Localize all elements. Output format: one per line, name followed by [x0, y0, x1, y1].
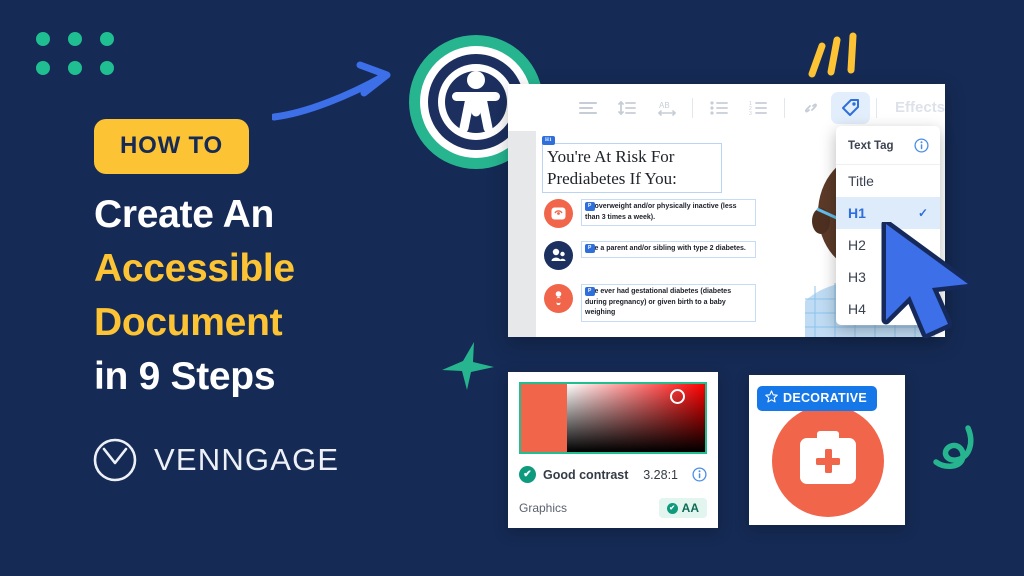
teal-star-icon — [440, 340, 496, 392]
effects-label[interactable]: Effects — [895, 99, 945, 116]
contrast-ratio-value: 3.28:1 — [643, 467, 678, 482]
how-to-badge: HOW TO — [94, 119, 250, 174]
text-align-icon[interactable] — [568, 92, 607, 124]
letter-spacing-icon[interactable]: AB — [647, 92, 686, 124]
curved-arrow-icon — [270, 55, 402, 125]
kit-body — [800, 431, 856, 484]
bullet-list-icon[interactable] — [699, 92, 738, 124]
contrast-category-label: Graphics — [519, 501, 568, 515]
plus-glyph — [816, 449, 840, 473]
tag-icon[interactable] — [830, 91, 871, 124]
document-item-2[interactable]: Pe a parent and/or sibling with type 2 d… — [544, 241, 756, 270]
title-line-3: Document — [94, 301, 283, 344]
decorative-badge[interactable]: DECORATIVE — [757, 386, 878, 411]
scale-icon — [544, 199, 573, 228]
page-title: Create An Accessible Document in 9 Steps — [94, 188, 295, 404]
document-item-1[interactable]: Poverweight and/or physically inactive (… — [544, 199, 756, 228]
info-icon[interactable] — [914, 138, 929, 153]
line-height-icon[interactable] — [607, 92, 646, 124]
contrast-status-row: ✔ Good contrast 3.28:1 — [519, 466, 707, 483]
item-3-body: e ever had gestational diabetes (diabete… — [585, 288, 732, 316]
document-title-text: You're At Risk For Prediabetes If You: — [547, 147, 677, 188]
document-item-3-text: Pe ever had gestational diabetes (diabet… — [581, 284, 756, 322]
info-icon[interactable] — [692, 467, 707, 482]
document-item-1-text: Poverweight and/or physically inactive (… — [581, 199, 756, 226]
title-tag-chip: H1 — [542, 136, 555, 145]
mouse-pointer-icon — [880, 219, 980, 340]
pregnancy-icon — [544, 284, 573, 313]
dropdown-header: Text Tag — [836, 126, 940, 165]
contrast-checker-card: ✔ Good contrast 3.28:1 Graphics ✔ AA — [508, 372, 718, 528]
dropdown-option-title[interactable]: Title — [836, 165, 940, 197]
document-item-2-text: Pe a parent and/or sibling with type 2 d… — [581, 241, 756, 258]
decorative-badge-label: DECORATIVE — [783, 391, 868, 405]
option-label: Title — [848, 173, 874, 189]
check-icon: ✓ — [917, 206, 928, 220]
logo-wordmark: VENNGAGE — [154, 442, 340, 477]
yellow-strokes-icon — [806, 30, 868, 78]
venn-circle-icon — [92, 437, 138, 483]
link-icon[interactable] — [791, 92, 830, 124]
saturation-value-area[interactable] — [567, 384, 705, 452]
svg-text:3: 3 — [749, 111, 752, 115]
editor-toolbar: AB 123 Effects — [508, 84, 945, 131]
toolbar-divider — [692, 97, 694, 118]
current-color-swatch — [521, 384, 567, 452]
document-item-3[interactable]: Pe ever had gestational diabetes (diabet… — [544, 284, 756, 322]
item-3-tag-chip: P — [585, 287, 595, 296]
color-picker-handle[interactable] — [670, 389, 685, 404]
toolbar-divider-3 — [876, 97, 878, 118]
option-label: H2 — [848, 237, 866, 253]
star-outline-icon — [765, 390, 778, 406]
wcag-level-badge: ✔ AA — [658, 498, 707, 518]
teal-swirl-icon — [930, 420, 986, 476]
dropdown-title: Text Tag — [848, 139, 894, 152]
title-line-1: Create An — [94, 193, 275, 236]
option-label: H1 — [848, 205, 866, 221]
option-label: H4 — [848, 301, 866, 317]
option-label: H3 — [848, 269, 866, 285]
toolbar-divider-2 — [784, 97, 786, 118]
item-1-body: overweight and/or physically inactive (l… — [585, 203, 737, 221]
title-line-2: Accessible — [94, 247, 295, 290]
svg-text:AB: AB — [659, 101, 670, 110]
decorative-image-card: DECORATIVE — [749, 375, 905, 525]
title-line-4: in 9 Steps — [94, 355, 276, 398]
family-icon — [544, 241, 573, 270]
item-1-tag-chip: P — [585, 202, 595, 211]
check-circle-icon: ✔ — [519, 466, 536, 483]
color-picker-gradient[interactable] — [519, 382, 707, 454]
contrast-status-label: Good contrast — [543, 467, 629, 482]
contrast-category-row: Graphics ✔ AA — [519, 498, 707, 518]
item-2-tag-chip: P — [585, 244, 595, 253]
numbered-list-icon[interactable]: 123 — [739, 92, 778, 124]
document-title[interactable]: H1 You're At Risk For Prediabetes If You… — [542, 136, 722, 193]
wcag-level-label: AA — [681, 501, 699, 515]
dot-grid-icon — [36, 32, 114, 75]
check-circle-icon: ✔ — [666, 502, 678, 514]
venngage-logo: VENNGAGE — [92, 437, 339, 483]
item-2-body: e a parent and/or sibling with type 2 di… — [594, 245, 746, 252]
medical-kit-icon — [772, 405, 884, 517]
poster-canvas: HOW TO Create An Accessible Document in … — [0, 0, 1024, 576]
